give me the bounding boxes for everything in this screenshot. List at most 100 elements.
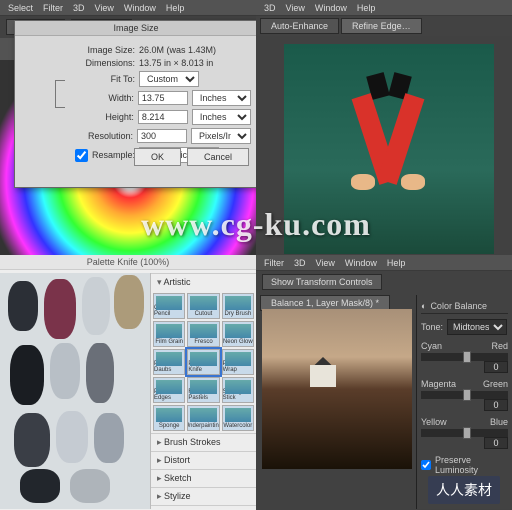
image-size-value: 26.0M (was 1.43M) [139,45,216,55]
menu-window[interactable]: Window [345,258,377,268]
thumb-cutout[interactable]: Cutout [187,293,219,319]
properties-panel: ◐ Color Balance Tone: Midtones Cyan Red M… [416,295,512,509]
slider-magenta-label: Magenta [421,379,456,389]
dimensions-value: 13.75 in × 8.013 in [139,58,213,68]
thumb-fresco[interactable]: Fresco [187,321,219,347]
slider-cyan-label: Cyan [421,341,442,351]
auto-enhance-button[interactable]: Auto-Enhance [260,18,339,34]
preserve-luminosity-label: Preserve Luminosity [435,455,508,475]
canvas-legs[interactable] [284,44,494,254]
menu-view[interactable]: View [286,3,305,13]
resolution-unit-select[interactable]: Pixels/Inch [191,128,251,144]
menu-help[interactable]: Help [357,3,376,13]
image-size-dialog: Image Size Image Size: 26.0M (was 1.43M)… [14,20,256,188]
image-size-label: Image Size: [75,45,135,55]
menu-view[interactable]: View [316,258,335,268]
resolution-input[interactable] [137,129,187,143]
folder-sketch[interactable]: Sketch [151,469,256,487]
link-dimensions-icon[interactable] [55,80,65,108]
panel-image-size: Select Filter 3D View Window Help Fit Sc… [0,0,256,255]
resample-checkbox[interactable] [75,149,88,162]
thumb-smudge-stick[interactable]: Smudge Stick [222,377,254,403]
menu-3d[interactable]: 3D [73,3,85,13]
dialog-title: Image Size [15,21,256,36]
cancel-button[interactable]: Cancel [187,148,249,166]
slider-cyan-red[interactable] [421,353,508,361]
dimensions-label: Dimensions: [75,58,135,68]
filter-list-panel: Artistic Colored Pencil Cutout Dry Brush… [150,273,256,509]
slider-blue-label: Blue [490,417,508,427]
folder-distort[interactable]: Distort [151,451,256,469]
selection-marquee [339,74,439,214]
thumb-rough-pastels[interactable]: Rough Pastels [187,377,219,403]
menubar: Filter 3D View Window Help [256,255,512,271]
slider-red-label: Red [491,341,508,351]
width-label: Width: [75,93,134,103]
tone-label: Tone: [421,322,443,332]
menu-view[interactable]: View [95,3,114,13]
preserve-luminosity-checkbox[interactable] [421,460,431,470]
menu-3d[interactable]: 3D [264,3,276,13]
thumb-dry-brush[interactable]: Dry Brush [222,293,254,319]
panel-selection: 3D View Window Help Auto-Enhance Refine … [256,0,512,255]
slider-thumb[interactable] [463,427,471,439]
thumb-sponge[interactable]: Sponge [153,405,185,431]
canvas-landscape[interactable] [262,309,412,469]
menu-window[interactable]: Window [124,3,156,13]
menu-window[interactable]: Window [315,3,347,13]
thumb-plastic-wrap[interactable]: Plastic Wrap [222,349,254,375]
thumb-film-grain[interactable]: Film Grain [153,321,185,347]
thumb-underpainting[interactable]: Underpainting [187,405,219,431]
slider-yellow-blue-value[interactable] [484,437,508,449]
thumb-neon-glow[interactable]: Neon Glow [222,321,254,347]
menu-help[interactable]: Help [166,3,185,13]
width-unit-select[interactable]: Inches [192,90,251,106]
slider-thumb[interactable] [463,351,471,363]
slider-magenta-green-value[interactable] [484,399,508,411]
height-label: Height: [75,112,134,122]
artistic-thumbs: Colored Pencil Cutout Dry Brush Film Gra… [151,291,256,433]
ok-button[interactable]: OK [134,148,181,166]
menu-3d[interactable]: 3D [294,258,306,268]
balance-icon: ◐ [421,301,426,311]
menu-filter[interactable]: Filter [264,258,284,268]
folder-stylize[interactable]: Stylize [151,487,256,505]
slider-cyan-red-value[interactable] [484,361,508,373]
thumb-poster-edges[interactable]: Poster Edges [153,377,185,403]
options-bar: Auto-Enhance Refine Edge… [256,16,512,36]
slider-green-label: Green [483,379,508,389]
tone-select[interactable]: Midtones [447,319,507,335]
panel-filter-gallery: Palette Knife (100%) Artistic Colored Pe… [0,255,256,510]
width-input[interactable] [138,91,188,105]
filter-gallery-title: Palette Knife (100%) [0,255,256,270]
folder-artistic[interactable]: Artistic [151,273,256,291]
thumb-colored-pencil[interactable]: Colored Pencil [153,293,185,319]
options-bar: Show Transform Controls [256,271,512,293]
slider-magenta-green[interactable] [421,391,508,399]
resample-label: Resample: [92,150,135,160]
slider-yellow-blue[interactable] [421,429,508,437]
slider-yellow-label: Yellow [421,417,447,427]
filter-preview-canvas[interactable] [0,273,150,509]
slider-thumb[interactable] [463,389,471,401]
height-unit-select[interactable]: Inches [192,109,251,125]
house [310,365,336,387]
thumb-paint-daubs[interactable]: Paint Daubs [153,349,185,375]
menu-select[interactable]: Select [8,3,33,13]
menu-help[interactable]: Help [387,258,406,268]
transform-controls-button[interactable]: Show Transform Controls [262,274,382,290]
height-input[interactable] [138,110,188,124]
menubar: Select Filter 3D View Window Help [0,0,256,16]
fit-to-select[interactable]: Custom [139,71,199,87]
panel-color-balance: Filter 3D View Window Help Show Transfor… [256,255,512,510]
thumb-watercolor[interactable]: Watercolor [222,405,254,431]
properties-title: Color Balance [430,301,487,311]
menubar: 3D View Window Help [256,0,512,16]
fit-to-label: Fit To: [75,74,135,84]
thumb-palette-knife[interactable]: Palette Knife [187,349,219,375]
folder-texture[interactable]: Texture [151,505,256,509]
resolution-label: Resolution: [75,131,133,141]
refine-edge-button[interactable]: Refine Edge… [341,18,422,34]
menu-filter[interactable]: Filter [43,3,63,13]
folder-brush-strokes[interactable]: Brush Strokes [151,433,256,451]
